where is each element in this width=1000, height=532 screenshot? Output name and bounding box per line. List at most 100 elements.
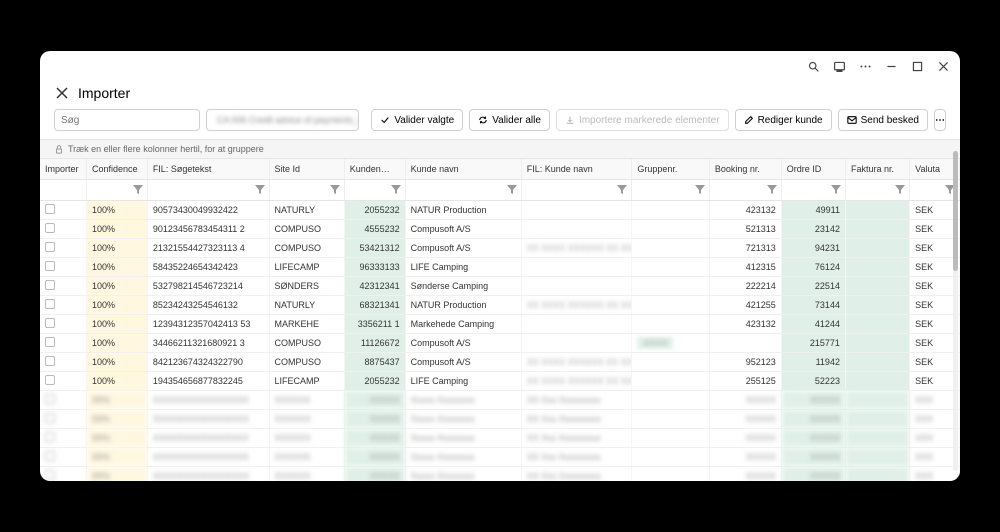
table-row[interactable]: 100%85234243254546132NATURLY68321341NATU…	[40, 295, 960, 314]
filter-gruppenr[interactable]	[634, 182, 694, 198]
checkbox-cell[interactable]	[40, 371, 86, 390]
col-siteid[interactable]: Site Id	[269, 159, 344, 179]
fakturanr-cell	[845, 276, 909, 295]
filter-siteid[interactable]	[272, 182, 330, 198]
table-row[interactable]: 100%90573430049932422NATURLY2055232NATUR…	[40, 200, 960, 219]
more-icon[interactable]	[858, 59, 872, 73]
kundenavn-cell: Compusoft A/S	[405, 219, 521, 238]
gruppenr-cell	[632, 257, 709, 276]
group-by-bar[interactable]: Træk en eller flere kolonner hertil, for…	[40, 139, 960, 159]
table-row[interactable]: 100%12394312357042413 53MARKEHE3356211 1…	[40, 314, 960, 333]
col-kundenavn[interactable]: Kunde navn	[405, 159, 521, 179]
siteid-cell: SØNDERS	[269, 276, 344, 295]
cast-icon[interactable]	[832, 59, 846, 73]
table-row[interactable]: 100%532798214546723214SØNDERS42312341Søn…	[40, 276, 960, 295]
table-row[interactable]: 100%58435224654342423LIFECAMP96333133LIF…	[40, 257, 960, 276]
funnel-icon[interactable]	[255, 185, 265, 195]
search-input[interactable]	[54, 109, 200, 131]
fakturanr-cell	[845, 333, 909, 352]
close-window-icon[interactable]	[936, 59, 950, 73]
filter-importer	[40, 179, 86, 200]
checkbox-cell[interactable]	[40, 257, 86, 276]
gruppenr-cell	[632, 371, 709, 390]
kunden-cell: 11126672	[344, 333, 405, 352]
maximize-icon[interactable]	[910, 59, 924, 73]
col-ordreid[interactable]: Ordre ID	[781, 159, 845, 179]
minimize-icon[interactable]	[884, 59, 898, 73]
fil-kundenavn-cell: XX XXXX XXXXXX XX XX XX…	[521, 238, 632, 257]
toolbar-more-button[interactable]	[934, 109, 946, 131]
fakturanr-cell	[845, 238, 909, 257]
file-chip[interactable]: CA 006 Credit advice of payments_0762840…	[206, 109, 359, 131]
col-confidence[interactable]: Confidence	[86, 159, 147, 179]
funnel-icon[interactable]	[133, 185, 143, 195]
gruppenr-cell	[632, 295, 709, 314]
close-page-button[interactable]	[54, 85, 70, 101]
filter-kunden[interactable]	[347, 182, 391, 198]
valider-alle-button[interactable]: Valider alle	[469, 109, 550, 131]
fakturanr-cell	[845, 219, 909, 238]
col-bookingnr[interactable]: Booking nr.	[709, 159, 781, 179]
bookingnr-cell: 423132	[709, 200, 781, 219]
filter-confidence[interactable]	[89, 182, 133, 198]
scrollbar-thumb[interactable]	[953, 151, 958, 271]
col-sogetekst[interactable]: FIL: Søgetekst	[147, 159, 269, 179]
table-row[interactable]: 100%90123456783454311 2COMPUSO4555232Com…	[40, 219, 960, 238]
kunden-cell: 53421312	[344, 238, 405, 257]
siteid-cell: COMPUSO	[269, 333, 344, 352]
col-fil-kundenavn[interactable]: FIL: Kunde navn	[521, 159, 632, 179]
col-fakturanr[interactable]: Faktura nr.	[845, 159, 909, 179]
col-gruppenr[interactable]: Gruppenr.	[632, 159, 709, 179]
fil-kundenavn-cell: XX XXXX XXXXXX XX XX XX…	[521, 295, 632, 314]
filter-fil-kundenavn[interactable]	[524, 182, 618, 198]
checkbox-cell[interactable]	[40, 200, 86, 219]
funnel-icon[interactable]	[767, 185, 777, 195]
kunden-cell: 3356211 1	[344, 314, 405, 333]
file-chip-label: CA 006 Credit advice of payments_0762840…	[217, 115, 359, 125]
filter-sogetekst[interactable]	[150, 182, 255, 198]
checkbox-cell[interactable]	[40, 295, 86, 314]
checkbox-cell[interactable]	[40, 314, 86, 333]
funnel-icon[interactable]	[617, 185, 627, 195]
filter-valuta[interactable]	[912, 182, 945, 198]
kunden-cell: 2055232	[344, 371, 405, 390]
col-kunden[interactable]: Kunden…	[344, 159, 405, 179]
checkbox-cell[interactable]	[40, 219, 86, 238]
col-importer[interactable]: Importer	[40, 159, 86, 179]
checkbox-cell[interactable]	[40, 333, 86, 352]
bookingnr-cell	[709, 333, 781, 352]
table-row[interactable]: 100%194354656877832245LIFECAMP2055232LIF…	[40, 371, 960, 390]
send-besked-button[interactable]: Send besked	[838, 109, 928, 131]
table-row[interactable]: 100%21321554427323113 4COMPUSO53421312Co…	[40, 238, 960, 257]
funnel-icon[interactable]	[895, 185, 905, 195]
refresh-icon	[478, 115, 488, 125]
ordreid-cell: 22514	[781, 276, 845, 295]
filter-kundenavn[interactable]	[408, 182, 507, 198]
funnel-icon[interactable]	[695, 185, 705, 195]
valider-valgte-button[interactable]: Valider valgte	[371, 109, 463, 131]
kundenavn-cell: NATUR Production	[405, 295, 521, 314]
page-header: Importer	[40, 81, 960, 109]
siteid-cell: NATURLY	[269, 200, 344, 219]
funnel-icon[interactable]	[391, 185, 401, 195]
funnel-icon[interactable]	[507, 185, 517, 195]
filter-fakturanr[interactable]	[848, 182, 895, 198]
siteid-cell: NATURLY	[269, 295, 344, 314]
table-row[interactable]: 100%34466211321680921 3COMPUSO11126672Co…	[40, 333, 960, 352]
filter-bookingnr[interactable]	[712, 182, 767, 198]
siteid-cell: COMPUSO	[269, 238, 344, 257]
filter-ordreid[interactable]	[784, 182, 831, 198]
checkbox-cell[interactable]	[40, 352, 86, 371]
checkbox-cell[interactable]	[40, 276, 86, 295]
check-icon	[380, 115, 390, 125]
checkbox-cell[interactable]	[40, 238, 86, 257]
kundenavn-cell: Compusoft A/S	[405, 333, 521, 352]
sogetekst-cell: 34466211321680921 3	[147, 333, 269, 352]
table-row[interactable]: 100%842123674324322790COMPUSO8875437Comp…	[40, 352, 960, 371]
kundenavn-cell: Markehede Camping	[405, 314, 521, 333]
page-title: Importer	[78, 85, 130, 101]
rediger-kunde-button[interactable]: Rediger kunde	[735, 109, 832, 131]
zoom-icon[interactable]	[806, 59, 820, 73]
funnel-icon[interactable]	[330, 185, 340, 195]
funnel-icon[interactable]	[831, 185, 841, 195]
